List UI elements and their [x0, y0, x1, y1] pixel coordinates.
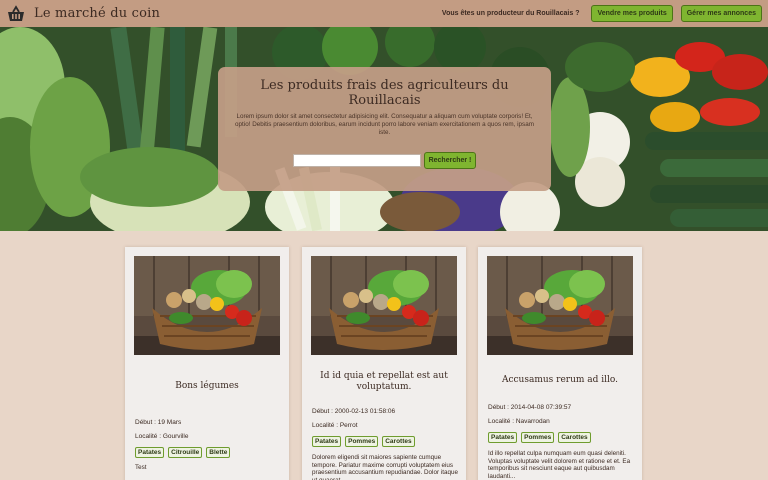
- product-tag[interactable]: Carottes: [558, 432, 591, 443]
- listing-card[interactable]: Id id quia et repellat est aut voluptatu…: [302, 247, 466, 480]
- product-tag[interactable]: Patates: [488, 432, 518, 443]
- hero-description: Lorem ipsum dolor sit amet consectetur a…: [235, 113, 534, 136]
- listing-locality: Localité : Navarrodan: [488, 418, 550, 425]
- listing-tags: Patates Citrouille Blette: [135, 447, 231, 458]
- navbar: Le marché du coin Vous êtes un producteu…: [0, 0, 768, 27]
- listing-image: [487, 256, 633, 355]
- listing-start-date: Début : 2000-02-13 01:58:06: [312, 408, 396, 415]
- brand[interactable]: Le marché du coin: [6, 4, 160, 24]
- hero-banner: Les produits frais des agriculteurs du R…: [0, 27, 768, 231]
- listing-image: [311, 256, 457, 355]
- listing-description: Test: [135, 464, 147, 471]
- product-tag[interactable]: Blette: [206, 447, 231, 458]
- listing-tags: Patates Pommes Carottes: [488, 432, 591, 443]
- listing-description: Id illo repellat culpa numquam eum quasi…: [488, 450, 631, 480]
- listing-locality: Localité : Perrot: [312, 422, 358, 429]
- listing-card[interactable]: Accusamus rerum ad illo. Début : 2014-04-…: [478, 247, 642, 480]
- listing-title: Accusamus rerum ad illo.: [501, 375, 619, 385]
- vegetable-basket-image: [134, 256, 280, 355]
- product-tag[interactable]: Citrouille: [168, 447, 203, 458]
- hero-search-panel: Les produits frais des agriculteurs du R…: [218, 67, 551, 191]
- listing-image: [134, 256, 280, 355]
- listing-title: Bons légumes: [175, 381, 239, 391]
- listing-start-date: Début : 2014-04-08 07:39:57: [488, 404, 572, 411]
- listing-locality: Localité : Gourville: [135, 433, 189, 440]
- listing-card[interactable]: Bons légumes Début : 19 Mars Localité : Go…: [125, 247, 289, 480]
- brand-name: Le marché du coin: [34, 6, 161, 21]
- vegetable-basket-image: [487, 256, 633, 355]
- product-tag[interactable]: Pommes: [521, 432, 555, 443]
- manage-listings-button[interactable]: Gérer mes annonces: [680, 5, 762, 22]
- producer-question: Vous êtes un producteur du Rouillacais ?: [441, 10, 580, 17]
- product-tag[interactable]: Patates: [135, 447, 165, 458]
- listing-description: Dolorem eligendi sit maiores sapiente cu…: [312, 454, 458, 480]
- listing-title: Id id quia et repellat est aut voluptatu…: [320, 371, 448, 392]
- sell-products-button[interactable]: Vendre mes produits: [591, 5, 673, 22]
- search-form: Rechercher !: [230, 152, 539, 169]
- product-tag[interactable]: Patates: [312, 436, 342, 447]
- vegetable-basket-image: [311, 256, 457, 355]
- listing-tags: Patates Pommes Carottes: [312, 436, 415, 447]
- product-tag[interactable]: Carottes: [382, 436, 415, 447]
- product-tag[interactable]: Pommes: [345, 436, 379, 447]
- hero-title: Les produits frais des agriculteurs du R…: [260, 78, 509, 108]
- basket-icon: [8, 4, 24, 21]
- search-input[interactable]: [292, 154, 421, 167]
- listing-start-date: Début : 19 Mars: [135, 419, 182, 426]
- search-button[interactable]: Rechercher !: [423, 152, 477, 169]
